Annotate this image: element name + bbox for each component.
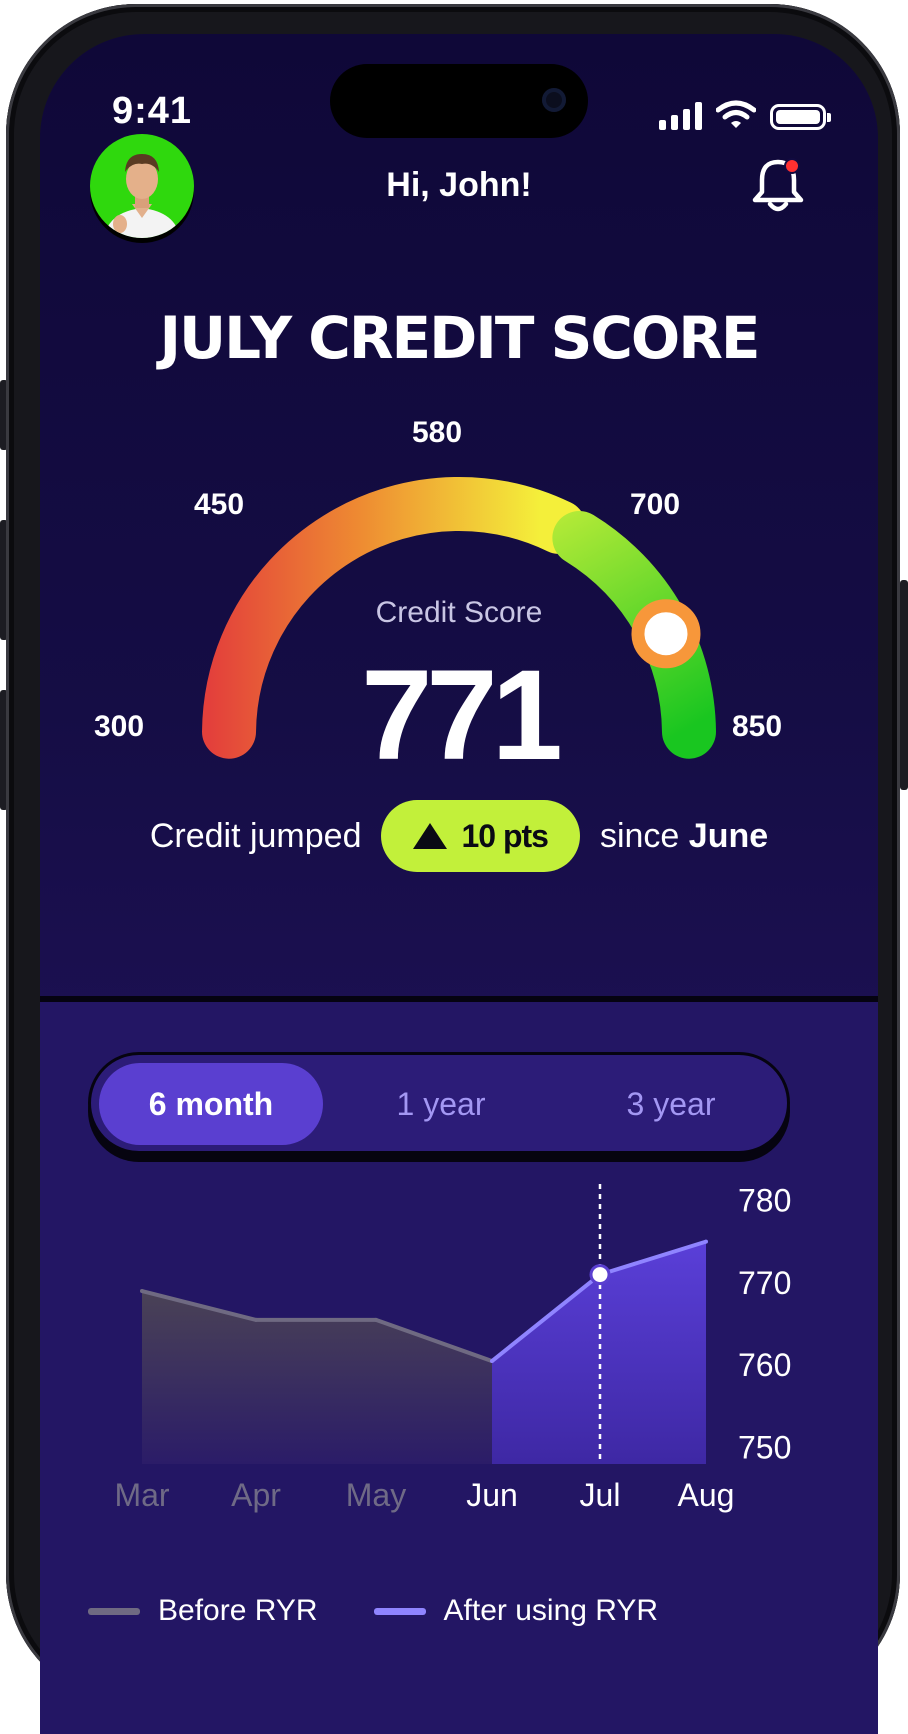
data-point-before — [254, 1317, 258, 1322]
status-time: 9:41 — [112, 90, 193, 132]
x-tick-label: Apr — [231, 1477, 281, 1513]
gauge-tick-450: 450 — [194, 488, 245, 521]
gauge-tick-700: 700 — [630, 488, 681, 521]
score-value: 771 — [361, 644, 563, 787]
camera-icon — [542, 88, 566, 112]
tab-1-year[interactable]: 1 year — [329, 1063, 553, 1145]
phone-frame: 9:41 Hi, John! JULY CREDIT SCORE 300 450… — [6, 4, 900, 1734]
change-suffix: since — [599, 816, 680, 855]
area-before — [142, 1291, 492, 1464]
dynamic-island — [330, 64, 588, 138]
x-tick-label: Jun — [466, 1477, 518, 1513]
period-selector: 6 month 1 year 3 year — [88, 1052, 790, 1154]
legend-item-before: Before RYR — [88, 1594, 318, 1628]
legend-swatch-before — [88, 1607, 140, 1615]
x-tick-label: May — [346, 1477, 406, 1513]
power-button — [900, 580, 908, 790]
status-icons — [659, 100, 831, 130]
y-tick-label: 750 — [738, 1430, 791, 1466]
x-tick-label: Jul — [580, 1477, 621, 1513]
bell-icon[interactable] — [750, 154, 806, 216]
data-point-before — [374, 1317, 378, 1322]
data-point-before — [140, 1289, 144, 1294]
tab-6-month[interactable]: 6 month — [99, 1063, 323, 1145]
x-tick-label: Aug — [678, 1477, 735, 1513]
change-prefix: Credit jumped — [149, 816, 362, 855]
score-change: Credit jumped 10 pts since June — [40, 800, 878, 872]
change-suffix-group: since June — [600, 817, 768, 856]
legend-label-after: After using RYR — [443, 1594, 659, 1627]
signal-icon — [659, 102, 702, 130]
legend-label-before: Before RYR — [158, 1594, 318, 1627]
y-tick-label: 760 — [738, 1347, 791, 1383]
notification-dot — [784, 158, 800, 174]
y-tick-label: 780 — [738, 1184, 791, 1218]
change-badge: 10 pts — [381, 800, 580, 872]
score-history-chart: 780 770 760 750 Mar Apr May Jun Jul Aug — [114, 1184, 791, 1513]
highlight-marker — [589, 1264, 611, 1286]
legend-swatch-after — [373, 1607, 426, 1615]
page-title: JULY CREDIT SCORE — [159, 304, 760, 372]
wifi-icon — [716, 100, 756, 128]
score-label: Credit Score — [375, 596, 543, 629]
arrow-up-icon — [413, 823, 448, 849]
battery-icon — [770, 104, 831, 130]
y-tick-label: 770 — [738, 1265, 791, 1301]
gauge-tick-580: 580 — [412, 416, 463, 449]
change-amount: 10 pts — [461, 817, 548, 854]
app-screen: 9:41 Hi, John! JULY CREDIT SCORE 300 450… — [40, 34, 878, 1734]
data-point-after — [490, 1359, 494, 1364]
tab-3-year[interactable]: 3 year — [559, 1063, 783, 1145]
x-tick-label: Mar — [114, 1477, 169, 1513]
legend-item-after: After using RYR — [373, 1594, 659, 1628]
chart-legend: Before RYR After using RYR — [88, 1594, 658, 1628]
change-month: June — [688, 816, 769, 855]
data-point-after — [704, 1239, 708, 1244]
